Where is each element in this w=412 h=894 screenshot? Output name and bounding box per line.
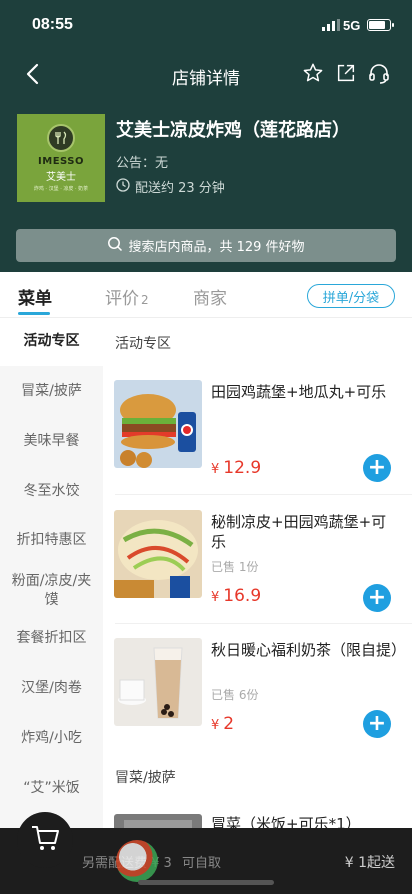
search-input[interactable]: 搜索店内商品，共 129 件好物 (16, 229, 396, 262)
minimum-order-text: ¥ 1起送 (344, 855, 395, 871)
fork-knife-icon (47, 124, 75, 152)
tab-reviews-label: 评价 (105, 289, 139, 309)
product-image-liangpi (114, 510, 202, 598)
product-sold: 已售 1份 (211, 560, 259, 574)
shop-name: 艾美士凉皮炸鸡（莲花路店） (116, 120, 350, 141)
clock-icon (116, 177, 130, 196)
tab-reviews[interactable]: 评价 2 (105, 284, 149, 309)
sidebar-item-fried-chicken[interactable]: 炸鸡/小吃 (0, 729, 103, 748)
shop-header: 08:55 5G 店铺详情 IMESSO 艾美士 炸鸡 · 汉堡 · 凉皮 · … (0, 0, 412, 272)
tab-merchant[interactable]: 商家 (193, 284, 227, 309)
sidebar-item-discount[interactable]: 折扣特惠区 (0, 531, 103, 550)
product-name: 田园鸡蔬堡+地瓜丸+可乐 (211, 383, 387, 401)
product-price: ¥12.9 (211, 458, 262, 478)
product-price: ¥16.9 (211, 586, 262, 606)
logo-brand-en: IMESSO (38, 156, 84, 167)
group-order-button[interactable]: 拼单/分袋 (307, 284, 395, 308)
tab-menu[interactable]: 菜单 (18, 284, 52, 309)
delivery-time-text: 配送约 23 分钟 (135, 181, 225, 196)
list-item[interactable]: 秘制凉皮+田园鸡蔬堡+可乐 已售 1份 ¥16.9 + (103, 510, 412, 620)
network-label: 5G (343, 18, 361, 33)
product-list: 活动专区 田园鸡蔬堡+地瓜丸+可乐 ¥12.9 + 秘制凉皮+田园鸡蔬堡+可乐 … (103, 318, 412, 828)
tab-reviews-count: 2 (141, 293, 149, 307)
shopping-cart-icon (29, 822, 61, 858)
product-image-burger (114, 380, 202, 468)
product-name: 秋日暖心福利奶茶（限自提） (211, 641, 407, 659)
sidebar-item-burgers[interactable]: 汉堡/肉卷 (0, 679, 103, 698)
self-pickup-text: 可自取 (182, 856, 222, 871)
product-sold: 已售 6份 (211, 688, 259, 702)
sidebar-item-rice[interactable]: “艾”米饭 (0, 779, 103, 798)
home-indicator (138, 880, 274, 885)
sidebar-item-combo-discount[interactable]: 套餐折扣区 (0, 629, 103, 648)
add-to-cart-button[interactable]: + (363, 454, 391, 482)
list-item[interactable]: 田园鸡蔬堡+地瓜丸+可乐 ¥12.9 + (103, 380, 412, 490)
product-price: ¥2 (211, 714, 235, 734)
section-title-maocai: 冒菜/披萨 (115, 770, 176, 786)
sidebar-item-maocai-pizza[interactable]: 冒菜/披萨 (0, 382, 103, 401)
logo-brand-cn: 艾美士 (46, 172, 76, 183)
watermark-logo-icon (116, 840, 158, 882)
section-title-activity: 活动专区 (115, 336, 171, 352)
product-name: 秘制凉皮+田园鸡蔬堡+可乐 (211, 513, 387, 551)
divider (115, 623, 412, 624)
cart-button[interactable] (17, 812, 73, 868)
sidebar-item-dumplings[interactable]: 冬至水饺 (0, 482, 103, 501)
sidebar-item-noodles[interactable]: 粉面/凉皮/夹馍 (0, 572, 103, 610)
list-item[interactable]: 秋日暖心福利奶茶（限自提） 已售 6份 ¥2 + (103, 638, 412, 748)
product-image-milk-tea (114, 638, 202, 726)
plus-icon: + (367, 455, 387, 480)
divider (115, 494, 412, 495)
status-bar: 08:55 5G (0, 0, 412, 48)
sidebar-item-breakfast[interactable]: 美味早餐 (0, 432, 103, 451)
list-item[interactable]: 冒菜（米饭+可乐*1） (103, 814, 412, 828)
shop-tabs: 菜单 评价 2 商家 拼单/分袋 (0, 272, 412, 318)
add-to-cart-button[interactable]: + (363, 584, 391, 612)
product-name: 冒菜（米饭+可乐*1） (211, 815, 361, 828)
tab-active-indicator (18, 312, 50, 315)
plus-icon: + (367, 711, 387, 736)
signal-icon (322, 19, 340, 31)
navigation-bar: 店铺详情 (0, 52, 412, 96)
share-icon[interactable] (335, 62, 357, 84)
status-time: 08:55 (32, 16, 73, 33)
shop-notice: 公告：无 (116, 156, 169, 171)
category-sidebar: 活动专区 冒菜/披萨 美味早餐 冬至水饺 折扣特惠区 粉面/凉皮/夹馍 套餐折扣… (0, 318, 103, 828)
add-to-cart-button[interactable]: + (363, 710, 391, 738)
battery-icon (367, 19, 394, 31)
sidebar-item-activity[interactable]: 活动专区 (0, 318, 103, 366)
search-placeholder: 搜索店内商品，共 129 件好物 (128, 240, 305, 255)
favorite-star-icon[interactable] (302, 62, 324, 84)
search-icon (107, 236, 123, 256)
customer-service-icon[interactable] (367, 62, 391, 86)
logo-brand-sub: 炸鸡 · 汉堡 · 凉皮 · 奶茶 (33, 186, 89, 192)
shop-logo: IMESSO 艾美士 炸鸡 · 汉堡 · 凉皮 · 奶茶 (17, 114, 105, 202)
plus-icon: + (367, 585, 387, 610)
product-image-maocai (114, 814, 202, 828)
shop-delivery-time: 配送约 23 分钟 (116, 177, 225, 196)
